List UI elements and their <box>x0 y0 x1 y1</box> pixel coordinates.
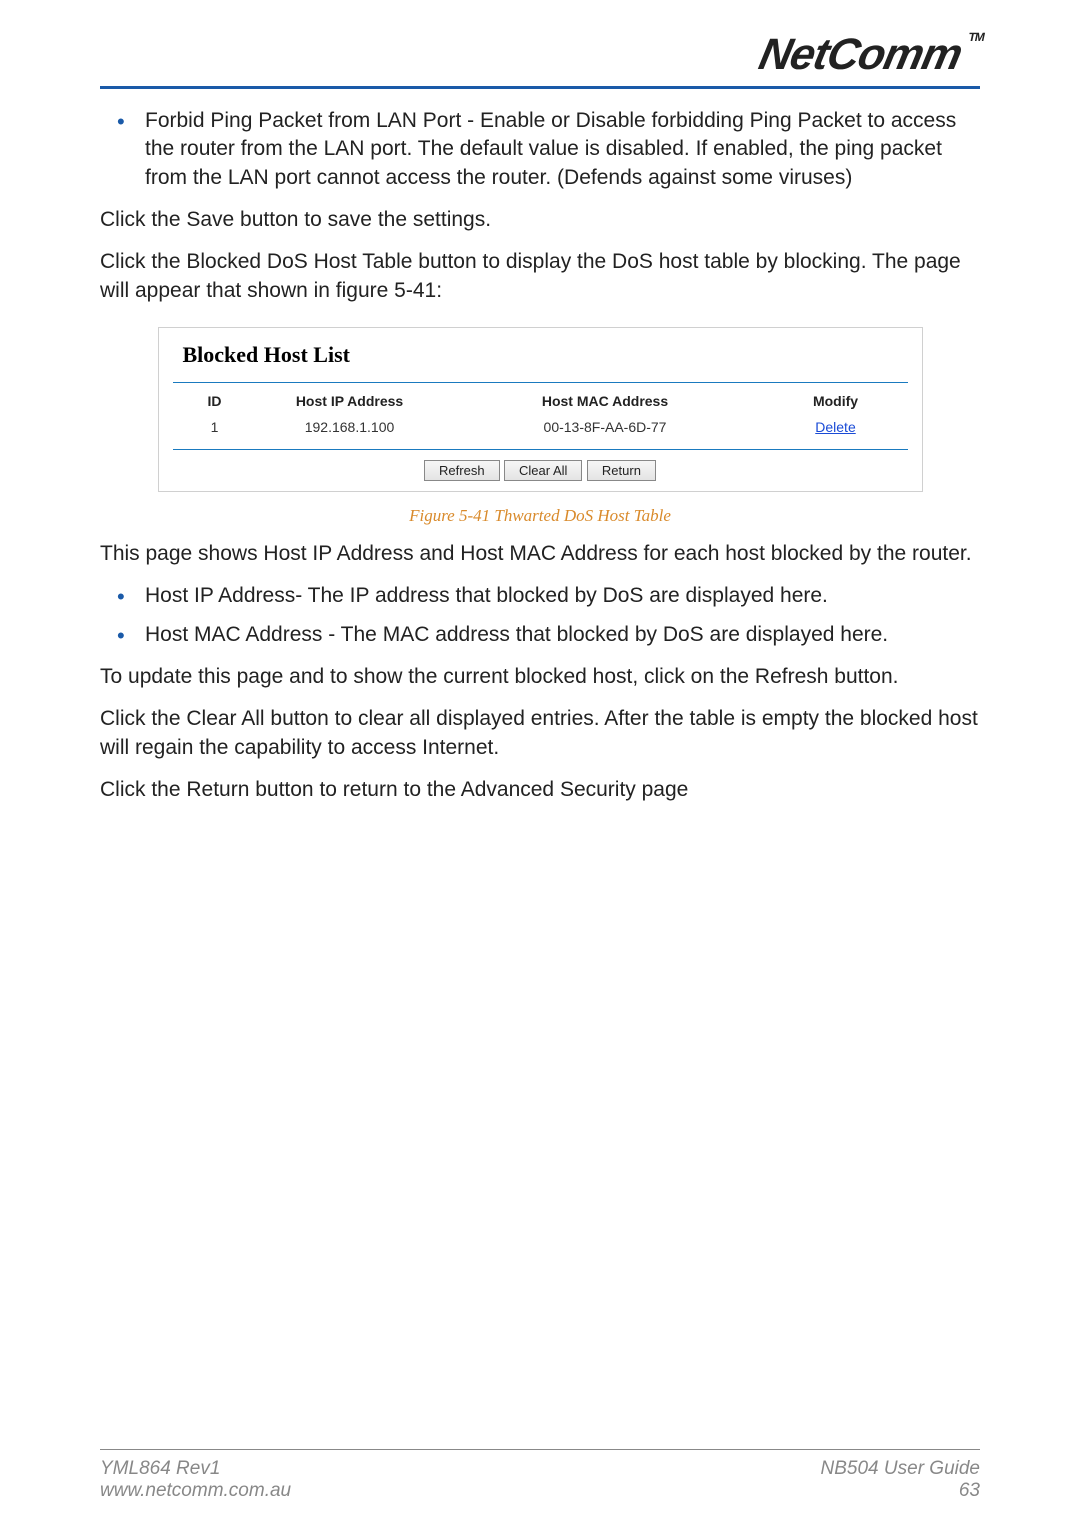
figure-container: Blocked Host List ID 1 Host IP Address 1… <box>158 327 923 526</box>
panel-rule-bottom <box>173 449 908 450</box>
footer-left: YML864 Rev1 www.netcomm.com.au <box>100 1458 291 1502</box>
panel-title: Blocked Host List <box>183 342 912 368</box>
paragraph-clear-all: Click the Clear All button to clear all … <box>100 705 980 762</box>
cell-mac: 00-13-8F-AA-6D-77 <box>445 419 766 435</box>
refresh-button[interactable]: Refresh <box>424 460 500 481</box>
blocked-host-panel: Blocked Host List ID 1 Host IP Address 1… <box>158 327 923 492</box>
cell-ip: 192.168.1.100 <box>255 419 445 435</box>
brand-logo: NetCommTM <box>755 30 986 80</box>
return-button[interactable]: Return <box>587 460 656 481</box>
bullet-host-ip: Host IP Address- The IP address that blo… <box>145 582 980 610</box>
top-bullet-list: Forbid Ping Packet from LAN Port - Enabl… <box>100 107 980 192</box>
bullet-forbid-ping: Forbid Ping Packet from LAN Port - Enabl… <box>145 107 980 192</box>
cell-id: 1 <box>175 419 255 435</box>
footer-rev: YML864 Rev1 <box>100 1458 291 1480</box>
col-header-modify: Modify <box>766 393 906 409</box>
bullet-host-mac: Host MAC Address - The MAC address that … <box>145 621 980 649</box>
page-footer: YML864 Rev1 www.netcomm.com.au NB504 Use… <box>100 1449 980 1502</box>
footer-guide: NB504 User Guide <box>821 1458 980 1480</box>
trademark-symbol: TM <box>967 30 985 44</box>
paragraph-save: Click the Save button to save the settin… <box>100 206 980 234</box>
col-header-mac: Host MAC Address <box>445 393 766 409</box>
delete-link[interactable]: Delete <box>815 419 855 435</box>
footer-page-number: 63 <box>821 1480 980 1502</box>
paragraph-this-page: This page shows Host IP Address and Host… <box>100 540 980 568</box>
footer-url: www.netcomm.com.au <box>100 1480 291 1502</box>
paragraph-return: Click the Return button to return to the… <box>100 776 980 804</box>
clear-all-button[interactable]: Clear All <box>504 460 582 481</box>
paragraph-blocked-table: Click the Blocked DoS Host Table button … <box>100 248 980 305</box>
col-header-id: ID <box>175 393 255 409</box>
brand-logo-text: NetComm <box>755 30 966 79</box>
header-logo-row: NetCommTM <box>100 30 980 80</box>
footer-right: NB504 User Guide 63 <box>821 1458 980 1502</box>
host-info-bullets: Host IP Address- The IP address that blo… <box>100 582 980 649</box>
header-divider <box>100 86 980 89</box>
paragraph-refresh: To update this page and to show the curr… <box>100 663 980 691</box>
figure-caption: Figure 5-41 Thwarted DoS Host Table <box>158 506 923 526</box>
col-header-ip: Host IP Address <box>255 393 445 409</box>
panel-button-row: Refresh Clear All Return <box>169 460 912 481</box>
blocked-host-table: ID 1 Host IP Address 192.168.1.100 Host … <box>169 383 912 449</box>
